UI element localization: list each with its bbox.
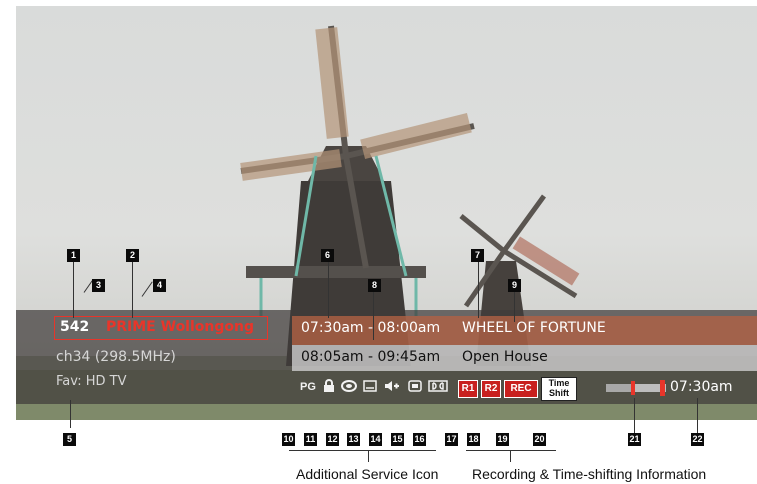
teletext-icon — [363, 380, 377, 395]
marker-7: 7 — [471, 249, 484, 262]
channel-number: 542 — [60, 319, 90, 335]
recording-bracket-stem — [510, 450, 511, 462]
leader-line-2 — [132, 262, 133, 318]
leader-line-1 — [73, 262, 74, 318]
marker-8: 8 — [368, 279, 381, 292]
timeshift-badge: Time Shift — [541, 377, 577, 401]
dolby-icon — [428, 380, 448, 395]
marker-22: 22 — [691, 433, 704, 446]
reservation-1-badge: R1 — [458, 380, 478, 398]
service-icon-caption: Additional Service Icon — [296, 466, 439, 482]
marker-1: 1 — [67, 249, 80, 262]
tv-screen: 542 PRIME Wollongong ch34 (298.5MHz) Fav… — [16, 6, 757, 420]
timeshift-playhead — [631, 381, 635, 395]
next-program-title: Open House — [462, 349, 548, 365]
record-badge: REC — [504, 380, 538, 398]
channel-name: PRIME Wollongong — [106, 319, 254, 335]
leader-line-9 — [514, 292, 515, 322]
marker-15: 15 — [391, 433, 404, 446]
screen-format-icon — [408, 380, 422, 395]
recording-bracket — [466, 450, 556, 451]
marker-18: 18 — [467, 433, 480, 446]
marker-12: 12 — [326, 433, 339, 446]
lock-icon — [322, 379, 336, 396]
marker-6: 6 — [321, 249, 334, 262]
recording-caption: Recording & Time-shifting Information — [472, 466, 707, 482]
reservation-2-badge: R2 — [481, 380, 501, 398]
parental-rating-icon: PG — [300, 381, 316, 393]
service-bracket-stem — [368, 450, 369, 462]
marker-3: 3 — [92, 279, 105, 292]
audio-icon — [384, 380, 400, 395]
next-program-time: 08:05am - 09:45am — [301, 349, 441, 365]
marker-17: 17 — [445, 433, 458, 446]
marker-14: 14 — [369, 433, 382, 446]
marker-9: 9 — [508, 279, 521, 292]
current-program-title: WHEEL OF FORTUNE — [462, 320, 606, 336]
marker-11: 11 — [304, 433, 317, 446]
leader-line-8 — [373, 292, 374, 340]
current-program-time: 07:30am - 08:00am — [301, 320, 441, 336]
timeshift-label-bottom: Shift — [549, 388, 569, 398]
marker-13: 13 — [347, 433, 360, 446]
marker-19: 19 — [496, 433, 509, 446]
marker-2: 2 — [126, 249, 139, 262]
marker-4: 4 — [153, 279, 166, 292]
subtitle-icon — [341, 380, 357, 395]
marker-5: 5 — [63, 433, 76, 446]
timeshift-progress-fill — [606, 384, 633, 392]
favourite-group: Fav: HD TV — [56, 374, 127, 389]
leader-line-5 — [70, 400, 71, 428]
marker-21: 21 — [628, 433, 641, 446]
timeshift-label-top: Time — [548, 378, 570, 388]
clock: 07:30am — [670, 379, 733, 395]
channel-frequency: ch34 (298.5MHz) — [56, 349, 176, 365]
marker-10: 10 — [282, 433, 295, 446]
leader-line-22 — [697, 398, 698, 434]
service-bracket — [289, 450, 436, 451]
leader-line-21 — [634, 398, 635, 434]
leader-line-7 — [478, 262, 479, 318]
leader-line-6 — [328, 262, 329, 318]
timeshift-progress-bar[interactable] — [606, 381, 666, 395]
marker-16: 16 — [413, 433, 426, 446]
marker-20: 20 — [533, 433, 546, 446]
timeshift-live-marker — [660, 380, 665, 396]
